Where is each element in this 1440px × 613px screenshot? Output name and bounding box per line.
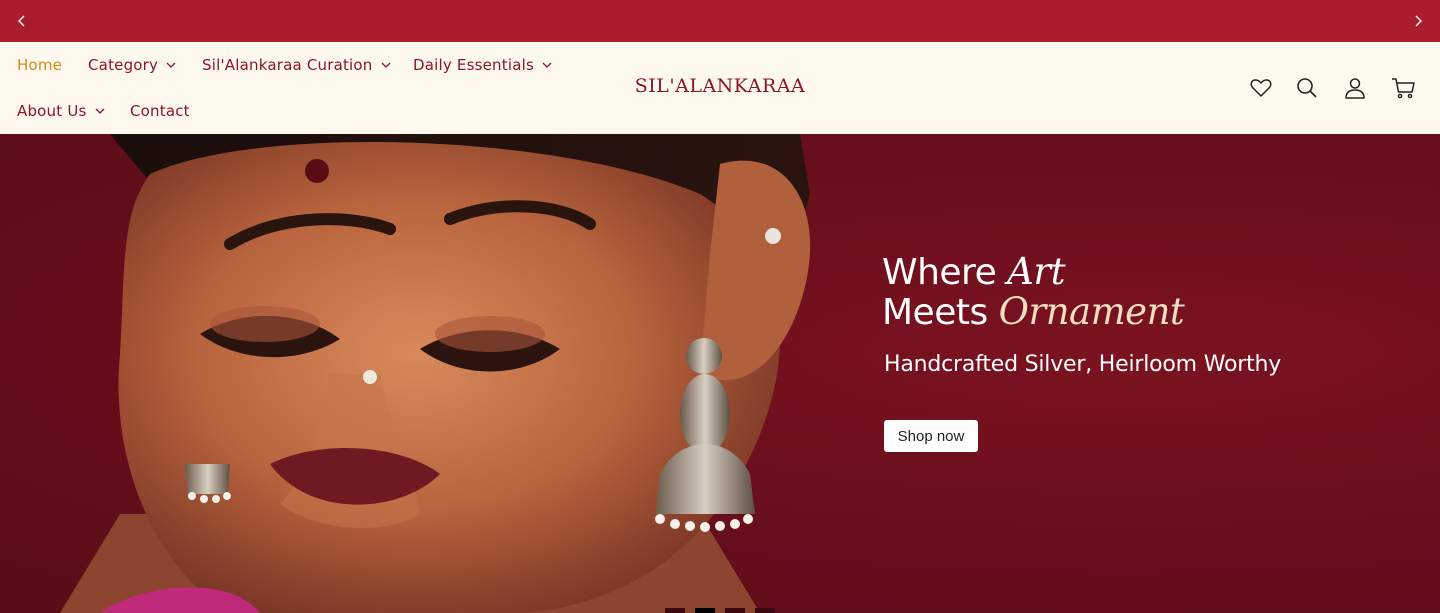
site-header: Home Category Sil'Alankaraa Curation Dai…	[0, 42, 1440, 134]
chevron-down-icon	[95, 106, 105, 116]
nav-contact-label: Contact	[130, 102, 190, 120]
nav-category[interactable]: Category	[88, 56, 176, 74]
chevron-right-icon[interactable]	[1407, 10, 1429, 32]
hero-headline: Where Art Meets Ornament	[882, 252, 1185, 333]
brand-logo[interactable]: SIL'ALANKARAA	[620, 75, 820, 97]
nose-pin	[363, 370, 377, 384]
hero-subheading: Handcrafted Silver, Heirloom Worthy	[884, 352, 1282, 377]
headline-word-meets: Meets	[882, 292, 999, 333]
chevron-left-icon[interactable]	[11, 10, 33, 32]
shop-now-button[interactable]: Shop now	[884, 420, 978, 452]
nav-curation[interactable]: Sil'Alankaraa Curation	[202, 56, 391, 74]
nav-category-label: Category	[88, 56, 159, 74]
heart-icon[interactable]	[1248, 75, 1274, 101]
nav-contact[interactable]: Contact	[130, 102, 190, 120]
slide-dot-2[interactable]	[695, 608, 715, 613]
announcement-bar	[0, 0, 1440, 42]
search-icon[interactable]	[1294, 75, 1320, 101]
hero-banner: Where Art Meets Ornament Handcrafted Sil…	[0, 134, 1440, 613]
hero-model-image	[60, 134, 811, 613]
account-icon[interactable]	[1342, 75, 1368, 101]
cart-icon[interactable]	[1391, 75, 1417, 101]
nav-about-us[interactable]: About Us	[17, 102, 105, 120]
headline-line-1: Where Art	[882, 252, 1184, 292]
slide-dot-4[interactable]	[755, 608, 775, 613]
nav-about-us-label: About Us	[17, 102, 87, 120]
nav-home-label: Home	[17, 56, 63, 74]
nav-daily-essentials-label: Daily Essentials	[413, 56, 534, 74]
headline-line-2: Meets Ornament	[882, 290, 1185, 333]
slide-dot-3[interactable]	[725, 608, 745, 613]
slide-indicators	[665, 608, 775, 613]
headline-word-where: Where	[882, 252, 1008, 293]
nav-daily-essentials[interactable]: Daily Essentials	[413, 56, 552, 74]
chevron-down-icon	[381, 60, 391, 70]
headline-word-art: Art	[1007, 250, 1065, 293]
nav-home[interactable]: Home	[17, 56, 62, 74]
chevron-down-icon	[166, 60, 176, 70]
chevron-down-icon	[542, 60, 552, 70]
nav-curation-label: Sil'Alankaraa Curation	[202, 56, 373, 74]
slide-dot-1[interactable]	[665, 608, 685, 613]
headline-word-ornament: Ornament	[998, 290, 1185, 333]
